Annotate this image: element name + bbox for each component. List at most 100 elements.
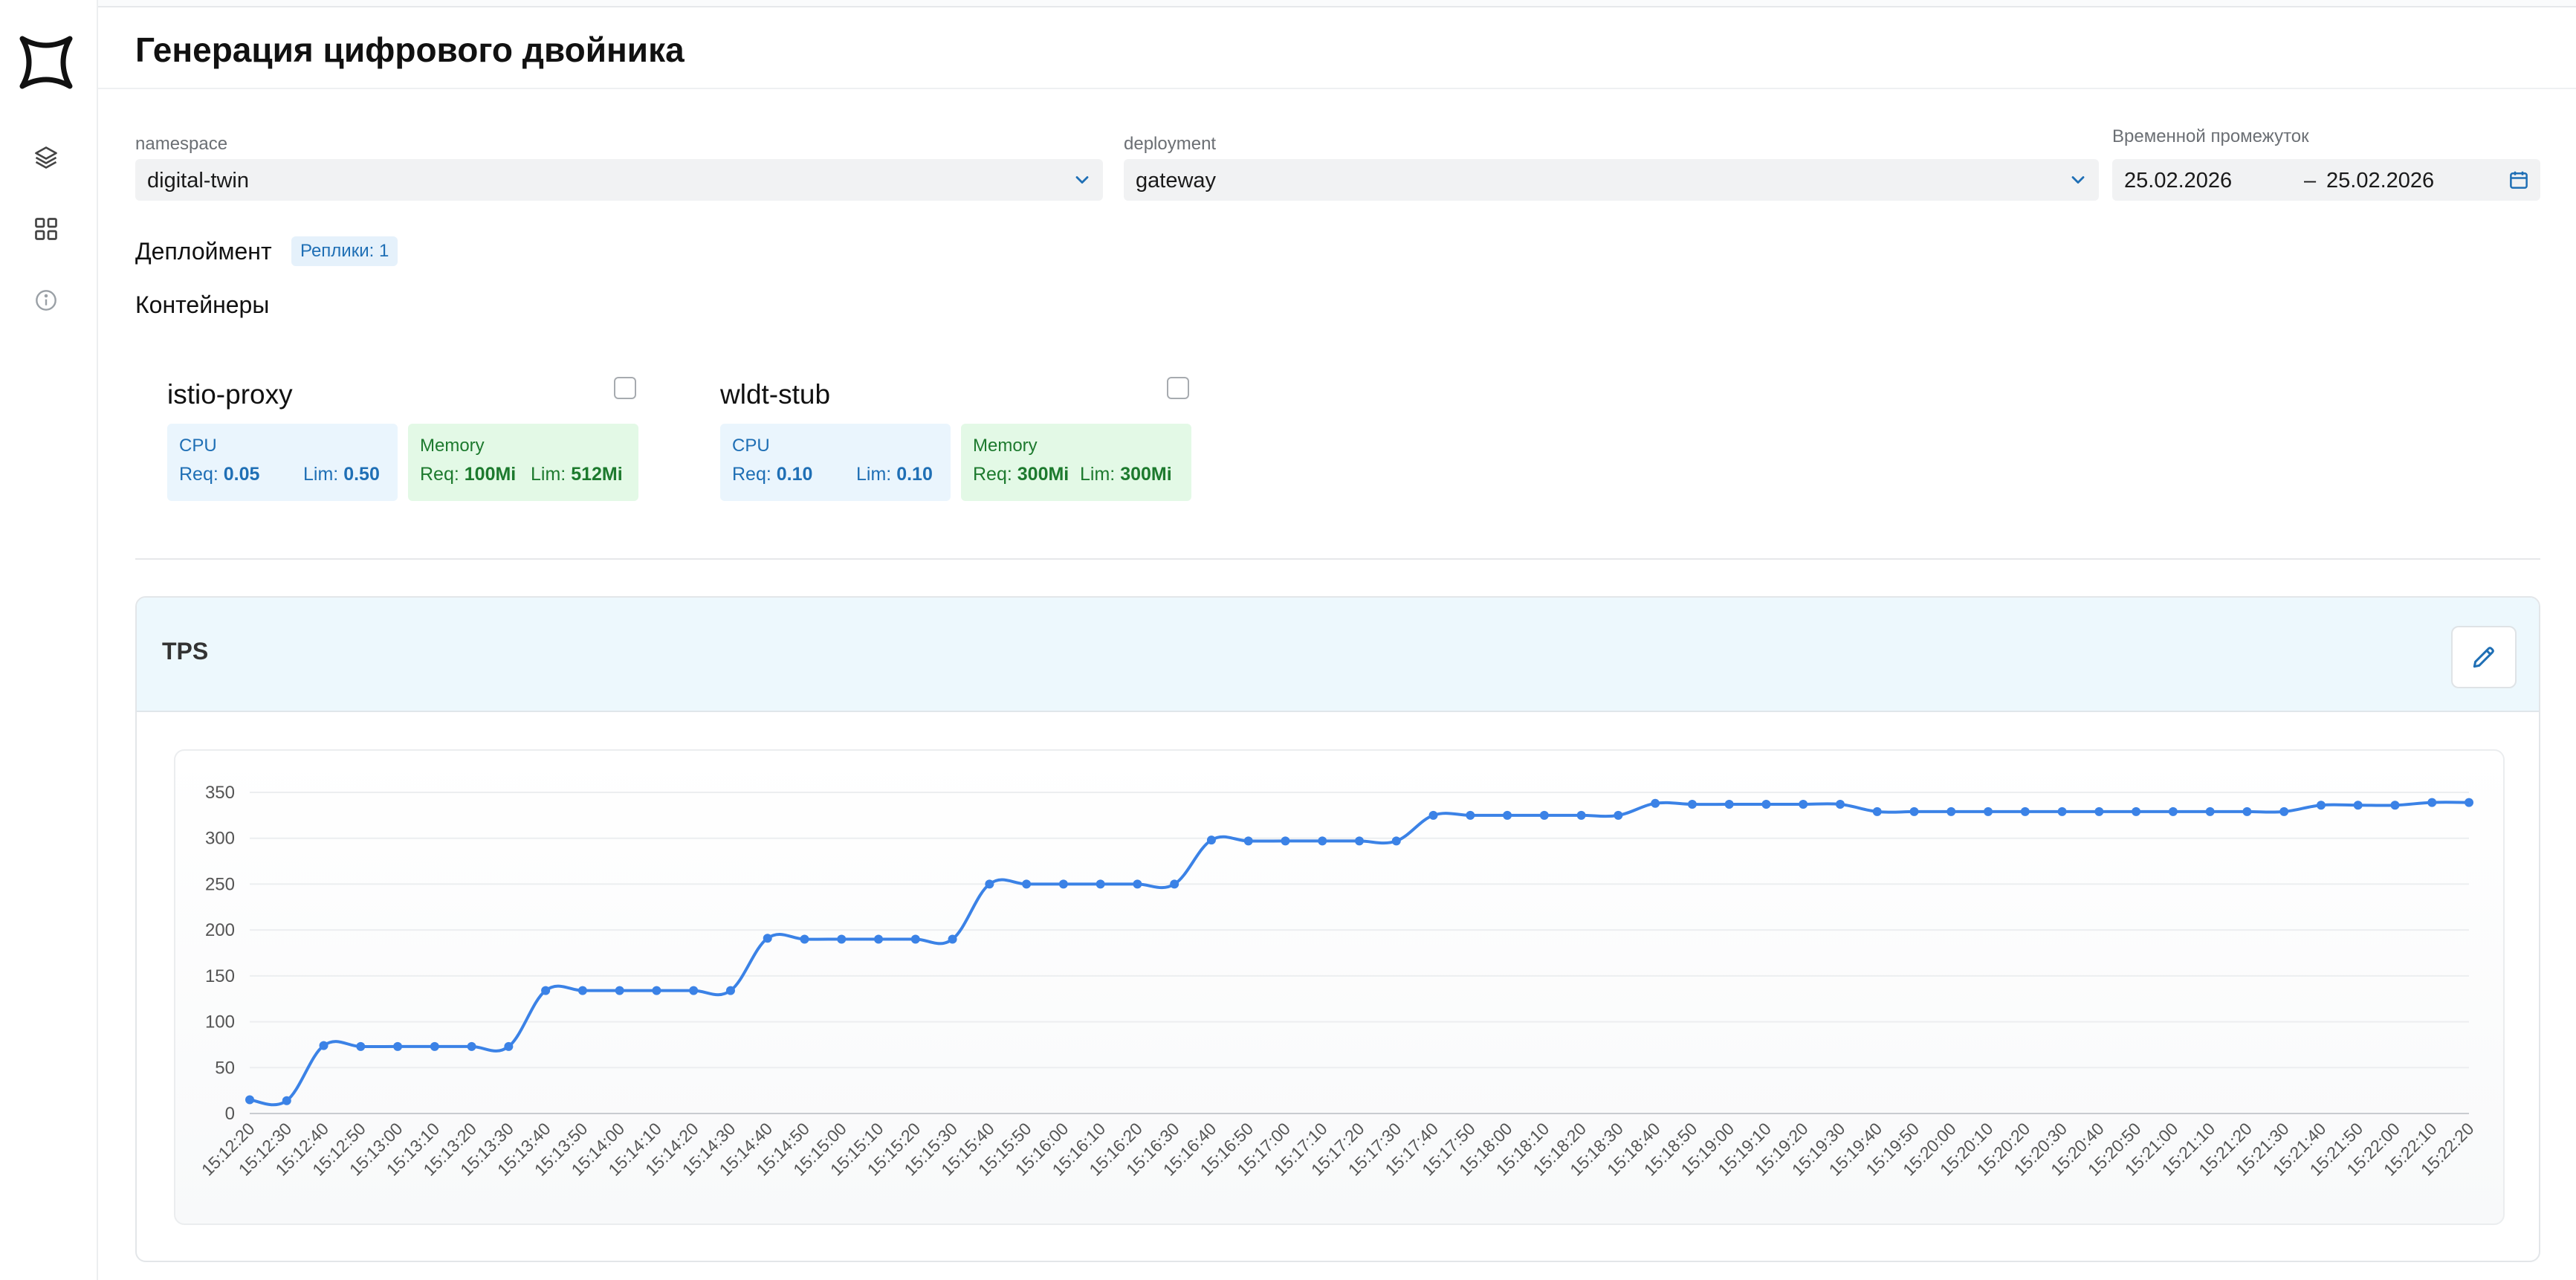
deployment-select[interactable]: gateway — [1124, 159, 2099, 201]
deployment-label: deployment — [1124, 134, 1217, 154]
time-range-label: Временной промежуток — [2112, 126, 2309, 146]
data-point[interactable] — [319, 1041, 329, 1050]
data-point[interactable] — [910, 934, 920, 944]
y-tick-label: 350 — [205, 783, 235, 803]
data-point[interactable] — [652, 986, 661, 995]
tps-chart: 05010015020025030035015:12:2015:12:3015:… — [198, 783, 2478, 1180]
data-point[interactable] — [1984, 807, 1993, 816]
data-point[interactable] — [725, 986, 735, 995]
data-point[interactable] — [2205, 807, 2215, 816]
y-tick-label: 250 — [205, 874, 235, 894]
data-point[interactable] — [1909, 807, 1919, 816]
date-to[interactable]: 25.02.2026 — [2326, 169, 2434, 193]
data-point[interactable] — [1835, 800, 1845, 809]
date-separator: – — [2304, 169, 2317, 193]
y-tick-label: 200 — [205, 920, 235, 940]
data-point[interactable] — [245, 1095, 254, 1105]
data-point[interactable] — [1724, 800, 1734, 809]
cpu-req: Req: 0.10 — [732, 464, 813, 485]
data-point[interactable] — [800, 934, 809, 944]
data-point[interactable] — [985, 879, 994, 889]
data-point[interactable] — [2168, 807, 2178, 816]
data-point[interactable] — [577, 986, 587, 995]
namespace-select[interactable]: digital-twin — [135, 159, 1103, 201]
data-point[interactable] — [467, 1041, 476, 1051]
data-point[interactable] — [1058, 879, 1068, 889]
replicas-badge: Реплики: 1 — [291, 236, 398, 266]
cpu-title: CPU — [732, 436, 770, 456]
data-point[interactable] — [1281, 836, 1290, 846]
data-point[interactable] — [2242, 807, 2252, 816]
data-point[interactable] — [2353, 801, 2363, 810]
memory-card: Memory Req: 100Mi Lim: 512Mi — [408, 424, 638, 501]
data-point[interactable] — [1096, 879, 1105, 889]
data-point[interactable] — [1318, 836, 1327, 846]
sidebar — [0, 0, 98, 1280]
data-point[interactable] — [282, 1096, 291, 1105]
data-point[interactable] — [615, 986, 624, 995]
data-point[interactable] — [763, 934, 772, 943]
data-point[interactable] — [1170, 879, 1179, 889]
data-point[interactable] — [2316, 801, 2326, 810]
data-point[interactable] — [1206, 835, 1216, 845]
data-point[interactable] — [1687, 800, 1697, 809]
data-point[interactable] — [2390, 801, 2400, 810]
data-point[interactable] — [1503, 810, 1512, 820]
y-tick-label: 100 — [205, 1012, 235, 1032]
data-point[interactable] — [837, 934, 847, 944]
data-point[interactable] — [1539, 810, 1549, 820]
deployment-value: gateway — [1136, 169, 1217, 193]
data-point[interactable] — [541, 986, 551, 995]
data-point[interactable] — [948, 934, 957, 944]
data-point[interactable] — [689, 986, 699, 995]
data-point[interactable] — [393, 1041, 403, 1051]
data-point[interactable] — [1428, 810, 1438, 820]
date-range-picker[interactable]: 25.02.2026 – 25.02.2026 — [2112, 159, 2540, 201]
section-divider — [135, 558, 2540, 560]
data-point[interactable] — [874, 934, 884, 944]
data-point[interactable] — [504, 1041, 514, 1051]
data-point[interactable] — [1466, 810, 1475, 820]
container-checkbox[interactable] — [614, 377, 636, 399]
data-point[interactable] — [2465, 798, 2473, 807]
y-tick-label: 0 — [225, 1104, 235, 1124]
info-icon[interactable] — [30, 284, 62, 317]
data-point[interactable] — [430, 1041, 439, 1051]
data-point[interactable] — [1872, 807, 1882, 816]
data-point[interactable] — [1761, 800, 1771, 809]
data-point[interactable] — [356, 1041, 366, 1051]
deployment-section-title: Деплоймент — [135, 238, 272, 265]
layers-icon[interactable] — [30, 141, 62, 174]
data-point[interactable] — [1576, 810, 1586, 820]
cpu-card: CPU Req: 0.10 Lim: 0.10 — [720, 424, 951, 501]
data-point[interactable] — [1022, 879, 1032, 889]
grid-icon[interactable] — [30, 213, 62, 245]
cpu-lim: Lim: 0.10 — [856, 464, 933, 485]
top-border — [0, 0, 2576, 7]
container-checkbox[interactable] — [1167, 377, 1189, 399]
data-point[interactable] — [1799, 800, 1808, 809]
data-point[interactable] — [2132, 807, 2141, 816]
data-point[interactable] — [2020, 807, 2030, 816]
tps-panel: TPS 0 50 100 150 200 250 300 350 15:12:20 15:12:3… — [135, 596, 2540, 1262]
y-tick-label: 150 — [205, 966, 235, 986]
data-point[interactable] — [2094, 807, 2104, 816]
data-point[interactable] — [2427, 798, 2437, 807]
data-point[interactable] — [2279, 807, 2289, 816]
edit-button[interactable] — [2451, 626, 2517, 688]
data-point[interactable] — [1651, 798, 1660, 808]
data-point[interactable] — [1355, 836, 1364, 846]
data-point[interactable] — [1391, 836, 1401, 846]
pencil-icon — [2473, 647, 2494, 668]
cpu-card: CPU Req: 0.05 Lim: 0.50 — [167, 424, 398, 501]
app-logo-icon[interactable] — [16, 33, 76, 92]
data-point[interactable] — [2057, 807, 2067, 816]
data-point[interactable] — [1946, 807, 1956, 816]
calendar-icon[interactable] — [2508, 169, 2530, 191]
data-point[interactable] — [1243, 836, 1253, 846]
y-tick-label: 50 — [215, 1058, 235, 1078]
date-from[interactable]: 25.02.2026 — [2124, 169, 2232, 193]
panel-title: TPS — [162, 638, 209, 665]
data-point[interactable] — [1133, 879, 1142, 889]
data-point[interactable] — [1614, 810, 1623, 820]
